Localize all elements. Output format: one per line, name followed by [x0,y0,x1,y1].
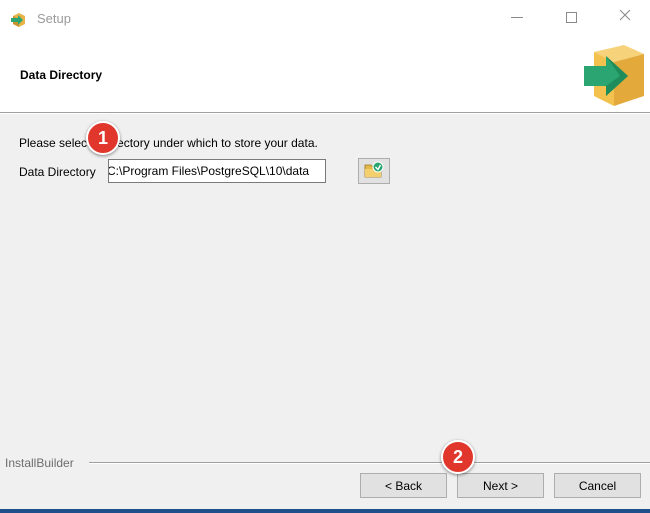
back-button[interactable]: < Back [360,473,447,498]
box-arrow-logo-icon [580,42,646,108]
header-divider-highlight [0,113,650,114]
minimize-button[interactable] [494,0,540,34]
folder-browse-icon [364,161,384,182]
close-button[interactable] [602,0,648,34]
browse-button[interactable] [358,158,390,184]
maximize-icon [565,11,577,23]
close-icon [619,8,631,26]
installbuilder-brand: InstallBuilder [5,456,74,470]
taskbar-edge [0,509,650,513]
window-title: Setup [37,11,71,26]
cancel-button[interactable]: Cancel [554,473,641,498]
next-button[interactable]: Next > [457,473,544,498]
callout-step-1: 1 [86,121,120,155]
page-title: Data Directory [20,68,103,82]
data-directory-value: C:\Program Files\PostgreSQL\10\data [108,164,310,178]
footer-divider-highlight [89,463,650,464]
callout-step-2: 2 [441,440,475,474]
instruction-text: Please select a directory under which to… [19,136,318,150]
maximize-button[interactable] [548,0,594,34]
minimize-icon [511,16,523,18]
data-directory-input[interactable]: C:\Program Files\PostgreSQL\10\data [108,159,326,183]
page-header: Data Directory [0,38,650,112]
title-bar: Setup [0,0,650,38]
setup-window: Setup Data Directory Please select a dir… [0,0,650,513]
data-directory-label: Data Directory [19,165,96,179]
setup-box-arrow-icon [10,10,28,28]
